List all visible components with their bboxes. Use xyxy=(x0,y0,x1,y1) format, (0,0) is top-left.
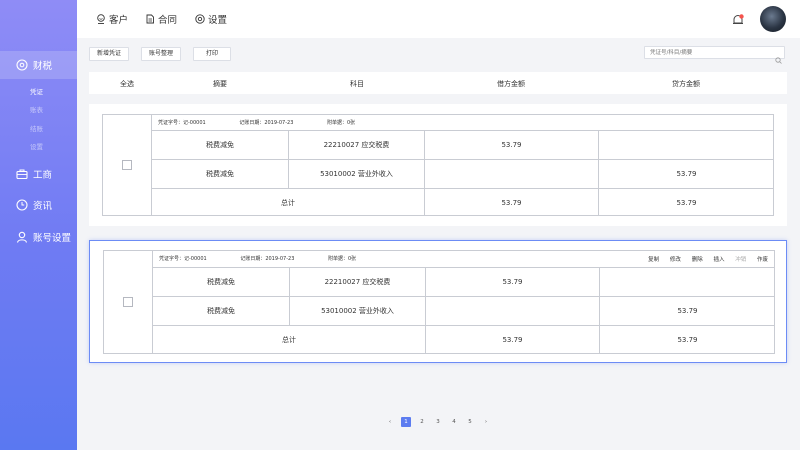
total-debit-cell: 53.79 xyxy=(426,326,600,354)
debit-cell: 53.79 xyxy=(426,268,600,296)
nav-item-settings[interactable]: 设置 xyxy=(195,12,227,26)
edit-button[interactable]: 修改 xyxy=(670,257,681,263)
subject-cell: 53010002 营业外收入 xyxy=(289,160,425,188)
voucher-number: 凭证字号：记-00001 xyxy=(158,120,206,126)
user-icon xyxy=(16,231,28,243)
voucher-attachments: 附单据：0张 xyxy=(326,120,356,126)
copy-button[interactable]: 复制 xyxy=(648,257,659,263)
credit-cell: 53.79 xyxy=(677,307,698,315)
total-label: 总计 xyxy=(153,326,426,354)
voucher-select-column xyxy=(104,251,153,353)
summary-cell: 税费减免 xyxy=(153,268,290,296)
voucher-table: 凭证字号：记-00001 记账日期：2019-07-23 附单据：0张 复制 修… xyxy=(103,250,775,354)
search-input[interactable] xyxy=(644,46,785,59)
total-credit-cell: 53.79 xyxy=(677,336,698,344)
settings-icon xyxy=(195,14,205,24)
circle-plus-icon xyxy=(16,59,28,71)
clock-icon xyxy=(16,199,28,211)
table-row: 税费减免 22210027 应交税费 53.79 xyxy=(153,267,775,296)
credit-cell xyxy=(599,131,774,159)
voucher-list-header: 全选 摘要 科目 借方金额 贷方金额 xyxy=(89,72,787,94)
sidebar-item-label: 财税 xyxy=(33,61,53,72)
debit-column-header: 借方金额 xyxy=(497,80,525,88)
credit-column-header: 贷方金额 xyxy=(672,80,700,88)
voucher-actions: 复制 修改 删除 插入 冲销 作废 xyxy=(639,255,768,263)
sidebar: 财税 凭证 账表 结账 设置 工商 资讯 账号设置 xyxy=(0,0,77,450)
nav-item-label: 设置 xyxy=(208,15,228,26)
total-row: 总计 53.79 53.79 xyxy=(152,188,774,216)
total-row: 总计 53.79 53.79 xyxy=(153,325,775,354)
prev-page-button[interactable]: ‹ xyxy=(385,417,395,427)
nav-item-contract[interactable]: 合同 xyxy=(145,12,177,26)
voucher-card-selected[interactable]: 凭证字号：记-00001 记账日期：2019-07-23 附单据：0张 复制 修… xyxy=(89,240,787,363)
search-icon[interactable] xyxy=(775,49,782,64)
void-button[interactable]: 作废 xyxy=(757,257,768,263)
sidebar-item-account-settings[interactable]: 账号设置 xyxy=(0,223,77,251)
insert-button[interactable]: 插入 xyxy=(713,257,724,263)
page-button-2[interactable]: 2 xyxy=(417,417,427,427)
sidebar-subitem-ledger[interactable]: 账表 xyxy=(30,104,43,114)
voucher-date: 记账日期：2019-07-23 xyxy=(240,256,295,262)
page-button-3[interactable]: 3 xyxy=(433,417,443,427)
voucher-meta: 凭证字号：记-00001 记账日期：2019-07-23 附单据：0张 xyxy=(158,119,387,126)
sidebar-subitem-settings[interactable]: 设置 xyxy=(30,141,43,151)
sidebar-subitem-voucher[interactable]: 凭证 xyxy=(30,86,43,96)
select-all-label[interactable]: 全选 xyxy=(120,79,134,89)
summary-cell: 税费减免 xyxy=(152,160,289,188)
subject-column-header: 科目 xyxy=(350,80,364,88)
sidebar-item-business[interactable]: 工商 xyxy=(0,160,77,188)
debit-cell xyxy=(425,160,599,188)
voucher-card: 凭证字号：记-00001 记账日期：2019-07-23 附单据：0张 税费减免… xyxy=(89,104,787,226)
sidebar-item-news[interactable]: 资讯 xyxy=(0,191,77,219)
page-button-5[interactable]: 5 xyxy=(465,417,475,427)
nav-item-label: 客户 xyxy=(109,15,129,26)
summary-cell: 税费减免 xyxy=(152,131,289,159)
sidebar-item-label: 账号设置 xyxy=(33,233,72,244)
table-row: 税费减免 53010002 营业外收入 53.79 xyxy=(152,159,774,188)
voucher-number: 凭证字号：记-00001 xyxy=(159,256,207,262)
subject-cell: 22210027 应交税费 xyxy=(289,131,425,159)
voucher-meta: 凭证字号：记-00001 记账日期：2019-07-23 附单据：0张 xyxy=(159,255,388,262)
voucher-date: 记账日期：2019-07-23 xyxy=(239,120,294,126)
reverse-button[interactable]: 冲销 xyxy=(735,257,746,263)
next-page-button[interactable]: › xyxy=(481,417,491,427)
organize-account-button[interactable]: 账号整理 xyxy=(141,47,182,61)
page-button-4[interactable]: 4 xyxy=(449,417,459,427)
briefcase-icon xyxy=(16,168,28,180)
add-voucher-button[interactable]: 新增凭证 xyxy=(89,47,130,61)
voucher-checkbox[interactable] xyxy=(123,297,133,307)
summary-column-header: 摘要 xyxy=(213,80,227,88)
credit-cell xyxy=(600,268,775,296)
nav-item-label: 合同 xyxy=(158,15,178,26)
debit-cell: 53.79 xyxy=(425,131,599,159)
sidebar-subitem-closing[interactable]: 结账 xyxy=(30,123,43,133)
subject-cell: 53010002 营业外收入 xyxy=(290,297,426,325)
top-navigation-bar: 客户 合同 设置 xyxy=(77,0,800,38)
debit-cell xyxy=(426,297,600,325)
total-label: 总计 xyxy=(152,189,425,216)
sidebar-item-finance-tax[interactable]: 财税 xyxy=(0,51,77,79)
document-icon xyxy=(145,14,155,24)
voucher-table: 凭证字号：记-00001 记账日期：2019-07-23 附单据：0张 税费减免… xyxy=(102,114,774,216)
nav-item-customer[interactable]: 客户 xyxy=(96,12,128,26)
table-row: 税费减免 53010002 营业外收入 53.79 xyxy=(153,296,775,325)
summary-cell: 税费减免 xyxy=(153,297,290,325)
subject-cell: 22210027 应交税费 xyxy=(290,268,426,296)
customer-icon xyxy=(96,14,106,24)
avatar[interactable] xyxy=(760,6,786,32)
page-button-1[interactable]: 1 xyxy=(401,417,411,427)
delete-button[interactable]: 删除 xyxy=(692,257,703,263)
voucher-checkbox[interactable] xyxy=(122,160,132,170)
voucher-select-column xyxy=(103,115,152,215)
total-credit-cell: 53.79 xyxy=(676,198,697,207)
credit-cell: 53.79 xyxy=(676,170,697,178)
sidebar-item-label: 工商 xyxy=(33,170,53,181)
sidebar-item-label: 资讯 xyxy=(33,201,53,212)
table-row: 税费减免 22210027 应交税费 53.79 xyxy=(152,130,774,159)
notification-bell-icon[interactable] xyxy=(731,12,745,26)
total-debit-cell: 53.79 xyxy=(425,189,599,216)
print-button[interactable]: 打印 xyxy=(193,47,232,61)
voucher-attachments: 附单据：0张 xyxy=(327,256,357,262)
